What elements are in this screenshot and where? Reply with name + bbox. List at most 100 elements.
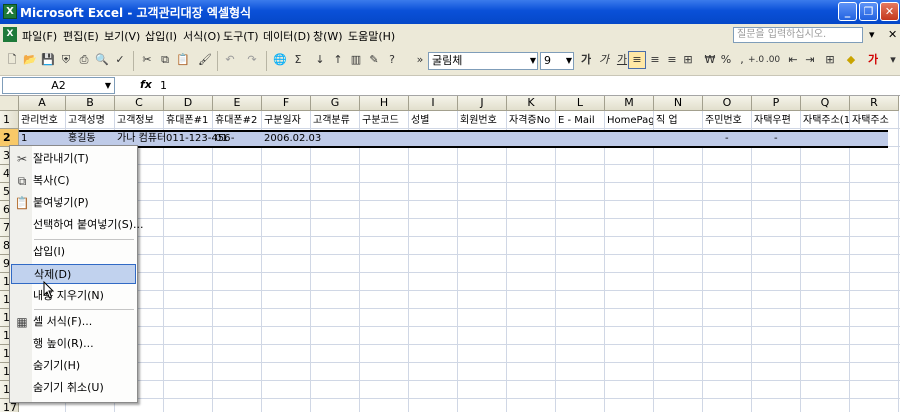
menu-edit[interactable]: 편집(E) bbox=[63, 28, 99, 44]
cell-k1[interactable]: 자격증No bbox=[509, 112, 555, 129]
column-header-n[interactable]: N bbox=[654, 96, 703, 111]
close-button[interactable]: ✕ bbox=[880, 2, 899, 21]
column-header-b[interactable]: B bbox=[66, 96, 115, 111]
column-header-m[interactable]: M bbox=[605, 96, 654, 111]
paste-icon[interactable]: 📋 bbox=[175, 52, 191, 68]
menu-data[interactable]: 데이터(D) bbox=[263, 28, 310, 44]
fx-icon[interactable]: fx bbox=[140, 78, 152, 91]
context-menu-item-5[interactable]: 삭제(D) bbox=[11, 264, 136, 284]
chart-icon[interactable]: ▥ bbox=[348, 52, 364, 68]
context-menu-item-0[interactable]: ✂ 잘라내기(T) bbox=[11, 149, 136, 169]
cell-a1[interactable]: 관리번호 bbox=[21, 112, 65, 129]
column-header-h[interactable]: H bbox=[360, 96, 409, 111]
new-icon[interactable]: 🗋 bbox=[4, 52, 20, 68]
undo-icon[interactable]: ↶ bbox=[222, 52, 238, 68]
menu-tools[interactable]: 도구(T) bbox=[223, 28, 259, 44]
cell-d1[interactable]: 휴대폰#1 bbox=[166, 112, 212, 129]
format-painter-icon[interactable]: 🖌 bbox=[197, 52, 213, 68]
excel-app-icon[interactable]: X bbox=[3, 4, 17, 19]
cell-n1[interactable]: 직 업 bbox=[656, 112, 702, 129]
doc-dropdown-icon[interactable]: ▾ bbox=[869, 28, 875, 41]
cut-icon[interactable]: ✂ bbox=[139, 52, 155, 68]
context-menu-item-4[interactable]: 삽입(I) bbox=[11, 242, 136, 262]
copy-icon[interactable]: ⧉ bbox=[157, 52, 173, 68]
cell-c1[interactable]: 고객정보 bbox=[117, 112, 163, 129]
cell-o1[interactable]: 주민번호 bbox=[705, 112, 751, 129]
sort-asc-icon[interactable]: ↓ bbox=[312, 52, 328, 68]
cell-e1[interactable]: 휴대폰#2 bbox=[215, 112, 261, 129]
increase-indent-icon[interactable]: ⇥ bbox=[802, 52, 818, 68]
toolbar-options-icon[interactable]: » bbox=[412, 52, 428, 68]
context-menu-item-7[interactable]: ▦ 셀 서식(F)... bbox=[11, 312, 136, 332]
help-question-input[interactable]: 질문을 입력하십시오. bbox=[733, 27, 863, 43]
fill-color-icon[interactable]: ◆ bbox=[843, 52, 859, 68]
autosum-icon[interactable]: Σ bbox=[290, 52, 306, 68]
merge-center-icon[interactable]: ⊞ bbox=[680, 52, 696, 68]
cell-q1[interactable]: 자택주소(1) bbox=[803, 112, 849, 129]
workbook-icon[interactable]: X bbox=[3, 27, 17, 42]
sort-desc-icon[interactable]: ↑ bbox=[330, 52, 346, 68]
cell-b1[interactable]: 고객성명 bbox=[68, 112, 114, 129]
toolbar-options-icon[interactable]: ▾ bbox=[885, 52, 900, 68]
column-header-e[interactable]: E bbox=[213, 96, 262, 111]
cell-o2[interactable]: - bbox=[725, 130, 729, 147]
cell-g1[interactable]: 고객분류 bbox=[313, 112, 359, 129]
doc-close-icon[interactable]: ✕ bbox=[888, 28, 897, 41]
column-header-q[interactable]: Q bbox=[801, 96, 850, 111]
percent-icon[interactable]: % bbox=[718, 52, 734, 68]
column-header-l[interactable]: L bbox=[556, 96, 605, 111]
cell-h1[interactable]: 구분코드 bbox=[362, 112, 408, 129]
decrease-decimal-icon[interactable]: .00 bbox=[765, 52, 781, 68]
save-icon[interactable]: 💾 bbox=[40, 52, 56, 68]
italic-button[interactable]: 가 bbox=[596, 52, 612, 68]
menu-file[interactable]: 파일(F) bbox=[22, 28, 57, 44]
context-menu-item-1[interactable]: ⧉ 복사(C) bbox=[11, 171, 136, 191]
context-menu-item-6[interactable]: 내용 지우기(N) bbox=[11, 286, 136, 306]
cell-j1[interactable]: 회원번호 bbox=[460, 112, 506, 129]
menu-insert[interactable]: 삽입(I) bbox=[145, 28, 177, 44]
open-icon[interactable]: 📂 bbox=[22, 52, 38, 68]
formula-input[interactable]: 1 bbox=[160, 79, 167, 92]
column-header-k[interactable]: K bbox=[507, 96, 556, 111]
font-name-select[interactable]: 굴림체 ▼ bbox=[428, 52, 538, 70]
column-header-f[interactable]: F bbox=[262, 96, 311, 111]
cell-f1[interactable]: 구분일자 bbox=[264, 112, 310, 129]
cell-p2[interactable]: - bbox=[774, 130, 778, 147]
context-menu-item-10[interactable]: 숨기기 취소(U) bbox=[11, 378, 136, 398]
drawing-icon[interactable]: ✎ bbox=[366, 52, 382, 68]
cell-r1[interactable]: 자택주소 bbox=[852, 112, 898, 129]
context-menu-item-3[interactable]: 선택하여 붙여넣기(S)... bbox=[11, 215, 144, 235]
redo-icon[interactable]: ↷ bbox=[244, 52, 260, 68]
spell-icon[interactable]: ✓ bbox=[112, 52, 128, 68]
decrease-indent-icon[interactable]: ⇤ bbox=[785, 52, 801, 68]
column-header-o[interactable]: O bbox=[703, 96, 752, 111]
column-header-g[interactable]: G bbox=[311, 96, 360, 111]
restore-button[interactable]: ❐ bbox=[859, 2, 878, 21]
cell-p1[interactable]: 자택우편 bbox=[754, 112, 800, 129]
bold-button[interactable]: 가 bbox=[578, 52, 594, 68]
font-color-icon[interactable]: 가 bbox=[865, 52, 881, 68]
select-all-corner[interactable] bbox=[0, 96, 19, 111]
print-icon[interactable]: ⎙ bbox=[76, 52, 92, 68]
increase-decimal-icon[interactable]: +.0 bbox=[748, 52, 764, 68]
cell-i1[interactable]: 성별 bbox=[411, 112, 457, 129]
column-header-i[interactable]: I bbox=[409, 96, 458, 111]
minimize-button[interactable]: _ bbox=[838, 2, 857, 21]
row-header-1[interactable]: 1 bbox=[0, 111, 19, 129]
column-header-d[interactable]: D bbox=[164, 96, 213, 111]
align-center-icon[interactable]: ≡ bbox=[647, 52, 663, 68]
menu-help[interactable]: 도움말(H) bbox=[348, 28, 395, 44]
cell-e2[interactable]: 01 - bbox=[215, 130, 235, 147]
cell-m1[interactable]: HomePage bbox=[607, 112, 653, 129]
menu-format[interactable]: 서식(O) bbox=[183, 28, 220, 44]
menu-view[interactable]: 보기(V) bbox=[104, 28, 140, 44]
currency-icon[interactable]: ₩ bbox=[702, 52, 718, 68]
column-header-p[interactable]: P bbox=[752, 96, 801, 111]
context-menu-item-8[interactable]: 행 높이(R)... bbox=[11, 334, 136, 354]
menu-window[interactable]: 창(W) bbox=[313, 28, 343, 44]
help-icon[interactable]: ? bbox=[384, 52, 400, 68]
borders-icon[interactable]: ⊞ bbox=[822, 52, 838, 68]
column-header-r[interactable]: R bbox=[850, 96, 899, 111]
align-right-icon[interactable]: ≡ bbox=[664, 52, 680, 68]
font-size-select[interactable]: 9 ▼ bbox=[540, 52, 574, 70]
